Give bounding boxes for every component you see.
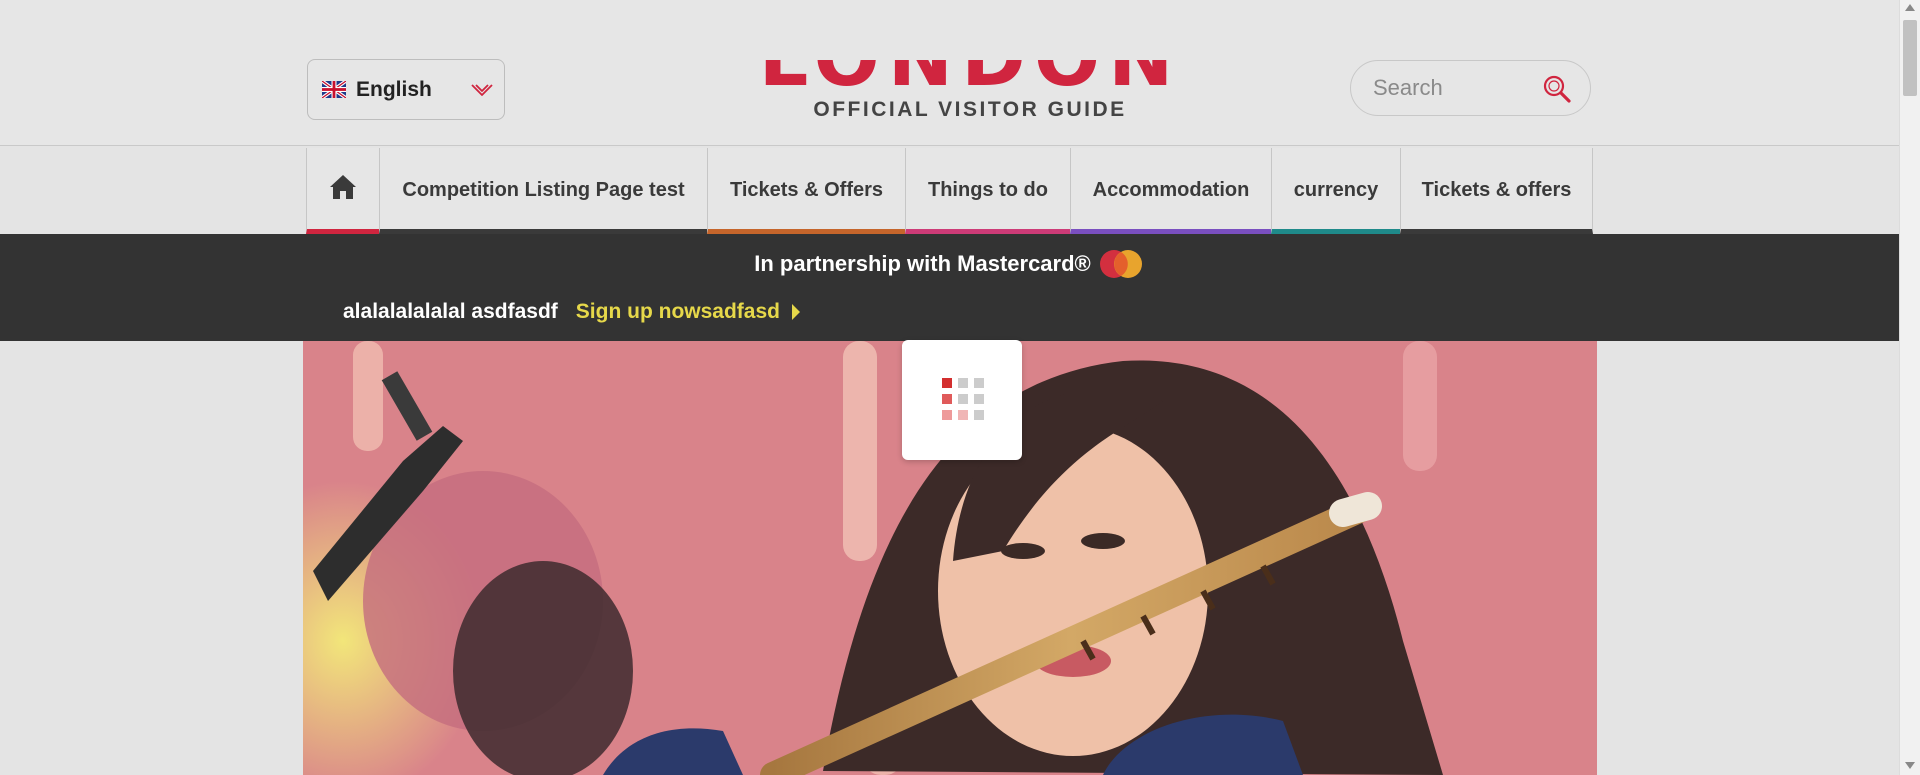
nav-item-label: Things to do	[928, 179, 1048, 201]
nav-home[interactable]	[306, 148, 379, 234]
nav-item-label: Tickets & offers	[1421, 179, 1572, 201]
loading-spinner-icon	[942, 378, 984, 420]
site-logo[interactable]: VISIT LONDON	[700, 60, 1240, 90]
scroll-up-arrow-icon[interactable]	[1905, 3, 1915, 11]
partnership-banner: In partnership with Mastercard® alalalal…	[0, 234, 1899, 341]
uk-flag-icon	[322, 81, 346, 98]
signup-link[interactable]: Sign up nowsadfasd	[576, 300, 802, 324]
nav-item-accommodation[interactable]: Accommodation	[1070, 148, 1271, 234]
scrollbar-thumb[interactable]	[1903, 20, 1917, 96]
vertical-scrollbar[interactable]	[1899, 0, 1920, 775]
nav-item-label: Accommodation	[1092, 179, 1250, 201]
site-header: English VISIT LONDON OFFICIAL VISITOR GU…	[0, 0, 1899, 146]
nav-item-tickets-offers[interactable]: Tickets & Offers	[707, 148, 905, 234]
main-navigation: Competition Listing Page test Tickets & …	[306, 148, 1593, 234]
nav-item-label: Competition Listing Page test	[402, 179, 685, 201]
language-selector[interactable]: English	[307, 59, 505, 120]
language-label: English	[356, 77, 432, 101]
nav-item-tickets-offers-2[interactable]: Tickets & offers	[1400, 148, 1593, 234]
promo-message: alalalalalalal asdfasdf	[343, 300, 558, 323]
signup-row: alalalalalalal asdfasdf Sign up nowsadfa…	[343, 300, 802, 324]
chevron-down-icon[interactable]	[469, 77, 495, 103]
caret-right-icon	[791, 304, 800, 320]
nav-item-things-to-do[interactable]: Things to do	[905, 148, 1070, 234]
search-icon[interactable]	[1542, 74, 1572, 104]
nav-item-currency[interactable]: currency	[1271, 148, 1400, 234]
nav-item-label: currency	[1293, 179, 1379, 201]
partnership-row: In partnership with Mastercard®	[0, 248, 1899, 280]
logo-subtitle: OFFICIAL VISITOR GUIDE	[813, 98, 1127, 121]
nav-item-competition-listing[interactable]: Competition Listing Page test	[379, 148, 707, 234]
scroll-down-arrow-icon[interactable]	[1905, 762, 1915, 770]
home-icon	[330, 174, 356, 199]
mastercard-logo-icon	[1099, 250, 1142, 278]
search-input[interactable]	[1373, 71, 1543, 105]
nav-item-label: Tickets & Offers	[729, 179, 884, 201]
partnership-text: In partnership with Mastercard®	[754, 251, 1091, 276]
loading-overlay	[902, 340, 1022, 460]
logo-title: VISIT LONDON	[700, 60, 1240, 90]
search-box	[1350, 60, 1591, 116]
signup-label: Sign up nowsadfasd	[575, 300, 780, 323]
